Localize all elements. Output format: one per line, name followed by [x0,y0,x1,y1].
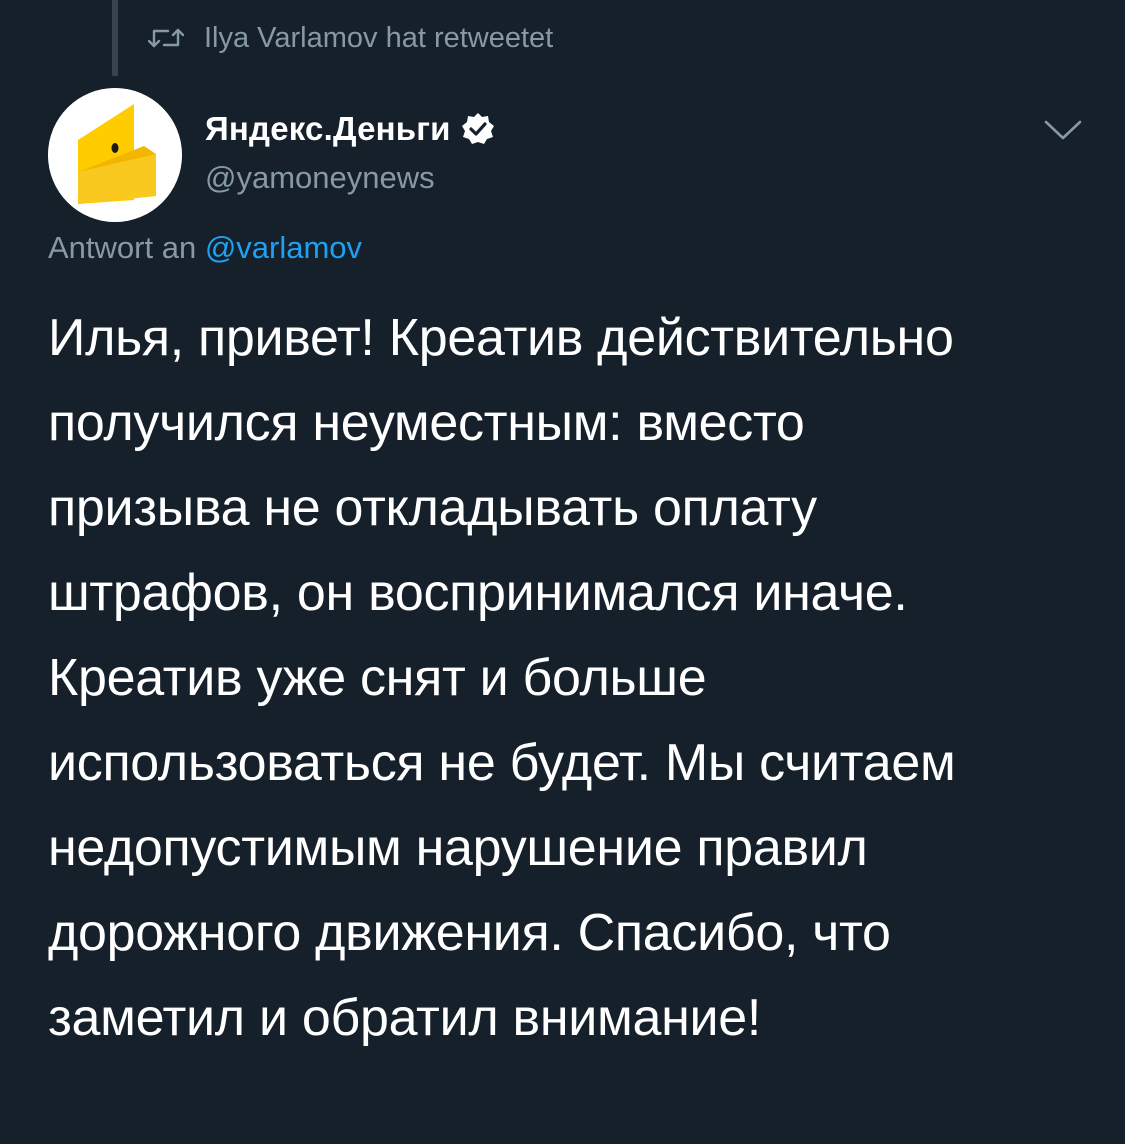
avatar[interactable] [48,88,182,222]
verified-badge-icon [461,112,495,146]
retweet-text: Ilya Varlamov hat retweetet [204,21,554,54]
retweet-icon [147,24,185,52]
chevron-down-icon[interactable] [1042,112,1084,148]
reply-mention-link[interactable]: @varlamov [205,230,362,265]
author-display-name[interactable]: Яндекс.Деньги [205,110,451,148]
yandex-money-wallet-logo [48,88,182,222]
reply-prefix: Antwort an [48,230,205,265]
author-name-row[interactable]: Яндекс.Деньги [205,110,495,148]
thread-connector-line [112,0,118,76]
reply-context: Antwort an @varlamov [48,230,362,266]
retweet-context[interactable]: Ilya Varlamov hat retweetet [147,18,554,58]
tweet-text: Илья, привет! Креатив действительно полу… [48,309,956,1047]
author-handle[interactable]: @yamoneynews [205,160,435,196]
